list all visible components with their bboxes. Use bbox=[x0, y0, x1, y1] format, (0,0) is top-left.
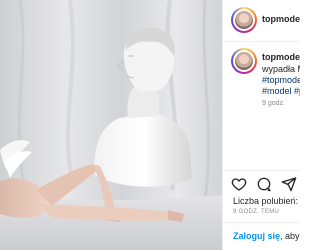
login-rest: , aby bbox=[280, 231, 300, 241]
caption-time: 9 godz. bbox=[262, 100, 285, 107]
likes-count[interactable]: Liczba polubień: 7 bbox=[233, 196, 300, 206]
avatar-image bbox=[235, 52, 253, 70]
action-bar bbox=[223, 170, 300, 194]
hashtag-link[interactable]: #topmodel bbox=[262, 75, 300, 85]
post-header: topmodelp bbox=[223, 0, 300, 42]
avatar-ring bbox=[233, 50, 255, 72]
caption-text: wypadła M bbox=[262, 64, 300, 74]
share-icon[interactable] bbox=[281, 176, 297, 192]
avatar-image bbox=[235, 11, 253, 29]
avatar-ring bbox=[233, 9, 255, 31]
login-bar: Zaloguj się, aby bbox=[223, 222, 300, 250]
caption-avatar[interactable] bbox=[231, 48, 257, 74]
login-link[interactable]: Zaloguj się bbox=[233, 231, 280, 241]
hashtag-row: #model #p bbox=[262, 86, 300, 96]
header-username[interactable]: topmodelp bbox=[262, 14, 300, 24]
login-prompt: Zaloguj się, aby bbox=[233, 231, 300, 241]
caption-username[interactable]: topmodelp bbox=[262, 52, 300, 62]
hashtag-link[interactable]: #model bbox=[262, 86, 292, 96]
avatar[interactable] bbox=[231, 7, 257, 33]
post-photo[interactable] bbox=[0, 0, 222, 250]
photo-illustration bbox=[0, 0, 222, 250]
hashtag-link[interactable]: #p bbox=[294, 86, 300, 96]
post-sidebar: topmodelp topmodelp wypadła M #topmodel … bbox=[222, 0, 300, 250]
post-date: 9 GODZ. TEMU bbox=[233, 209, 280, 215]
comment-icon[interactable] bbox=[256, 176, 272, 192]
heart-icon[interactable] bbox=[231, 176, 247, 192]
